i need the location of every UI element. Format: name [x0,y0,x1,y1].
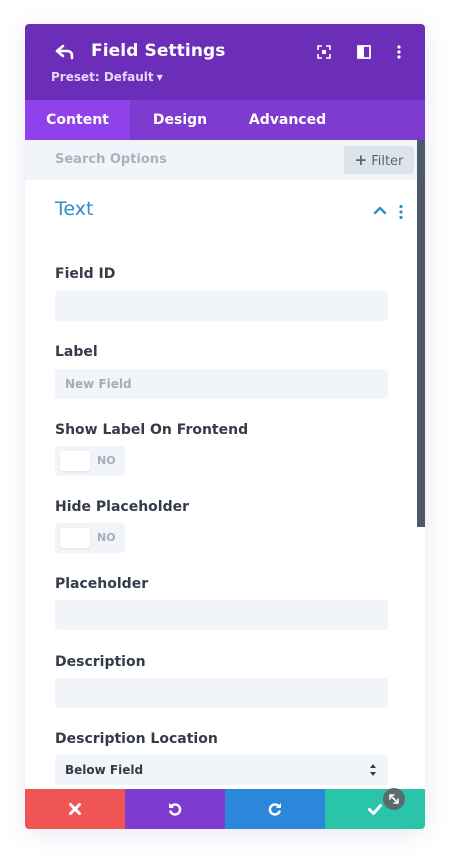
scrollbar-thumb[interactable] [417,140,425,527]
search-options-input[interactable]: Search Options [55,152,167,167]
description-location-select[interactable]: Below Field [55,755,388,785]
checkmark-icon [368,804,382,815]
tab-content[interactable]: Content [25,100,130,140]
field-id-input[interactable] [55,291,388,321]
save-button[interactable] [325,789,425,829]
undo-button[interactable] [125,789,225,829]
action-footer [25,789,425,829]
description-location-label: Description Location [55,731,218,747]
label-label: Label [55,344,98,360]
section-more-icon[interactable] [399,204,403,220]
toggle-state: NO [97,531,116,544]
resize-handle-icon[interactable] [383,788,405,810]
toggle-state: NO [97,454,116,467]
modal-title: Field Settings [91,41,226,61]
settings-modal: Field Settings Preset: Default ▼ Content … [25,24,425,829]
select-arrows-icon [370,764,376,776]
description-location-value: Below Field [65,763,144,777]
tab-bar: Content Design Advanced [25,100,425,140]
search-bar: Search Options + Filter [25,140,425,180]
modal-header: Field Settings Preset: Default ▼ [25,24,425,100]
tab-design[interactable]: Design [130,100,230,140]
hide-placeholder-toggle[interactable]: NO [55,523,125,553]
chevron-up-icon[interactable] [373,205,387,215]
more-options-icon[interactable] [391,44,407,60]
tab-advanced[interactable]: Advanced [230,100,345,140]
resize-arrows-icon [389,794,399,804]
section-title-text[interactable]: Text [55,198,93,220]
close-icon [69,803,81,815]
redo-button[interactable] [225,789,325,829]
undo-icon [169,803,182,816]
description-label: Description [55,654,146,670]
filter-button[interactable]: + Filter [344,146,414,174]
hide-placeholder-label: Hide Placeholder [55,499,190,515]
cancel-button[interactable] [25,789,125,829]
expand-icon[interactable] [316,44,332,60]
label-input[interactable]: New Field [55,369,388,399]
redo-icon [268,803,281,816]
preset-selector[interactable]: Preset: Default ▼ [51,70,163,84]
label-placeholder: New Field [65,377,132,391]
toggle-knob [60,528,90,548]
caret-down-icon: ▼ [156,73,163,82]
placeholder-input[interactable] [55,600,388,630]
back-arrow-icon[interactable] [55,42,75,62]
plus-icon: + [354,151,368,169]
filter-label: Filter [371,154,404,169]
show-label-label: Show Label On Frontend [55,422,249,438]
description-input[interactable] [55,678,388,708]
split-view-icon[interactable] [356,44,372,60]
placeholder-label: Placeholder [55,576,149,592]
show-label-toggle[interactable]: NO [55,446,125,476]
toggle-knob [60,451,90,471]
options-content: Text Field ID Label New Field Show Label… [25,180,417,789]
field-id-label: Field ID [55,266,116,282]
preset-label: Preset: Default [51,70,154,84]
